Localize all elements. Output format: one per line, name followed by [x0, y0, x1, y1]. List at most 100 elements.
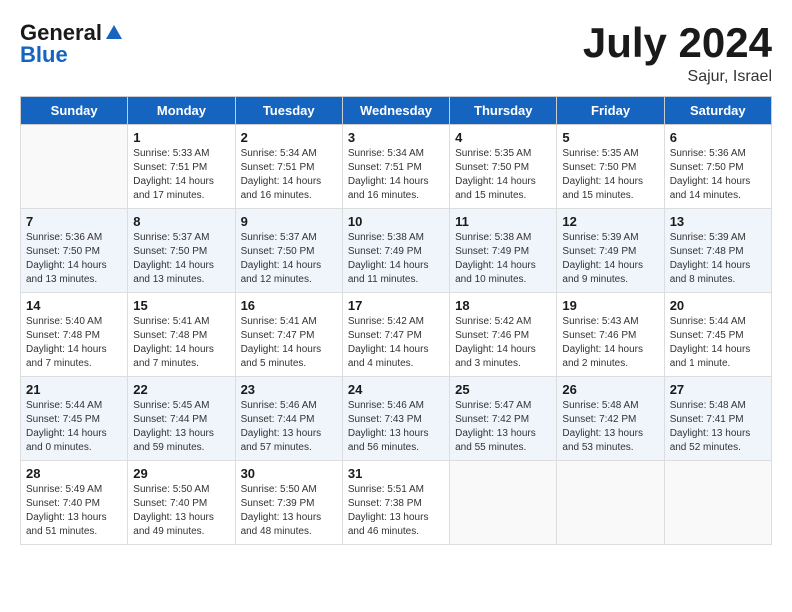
table-row	[664, 461, 771, 545]
day-number: 8	[133, 214, 229, 229]
day-number: 27	[670, 382, 766, 397]
table-row: 9 Sunrise: 5:37 AM Sunset: 7:50 PM Daylig…	[235, 209, 342, 293]
table-row: 14 Sunrise: 5:40 AM Sunset: 7:48 PM Dayli…	[21, 293, 128, 377]
day-info: Sunrise: 5:37 AM Sunset: 7:50 PM Dayligh…	[133, 231, 229, 287]
day-info: Sunrise: 5:38 AM Sunset: 7:49 PM Dayligh…	[455, 231, 551, 287]
table-row: 31Sunrise: 5:51 AM Sunset: 7:38 PM Dayli…	[342, 461, 449, 545]
table-row	[557, 461, 664, 545]
day-number: 30	[241, 466, 337, 481]
table-row: 21 Sunrise: 5:44 AM Sunset: 7:45 PM Dayli…	[21, 377, 128, 461]
table-row: 20Sunrise: 5:44 AM Sunset: 7:45 PM Dayli…	[664, 293, 771, 377]
calendar-week-row: 1 Sunrise: 5:33 AM Sunset: 7:51 PM Daylig…	[21, 125, 772, 209]
title-area: July 2024 Sajur, Israel	[583, 20, 772, 86]
table-row: 4Sunrise: 5:35 AM Sunset: 7:50 PM Daylig…	[450, 125, 557, 209]
day-number: 21	[26, 382, 122, 397]
day-number: 12	[562, 214, 658, 229]
day-number: 7	[26, 214, 122, 229]
day-info: Sunrise: 5:42 AM Sunset: 7:47 PM Dayligh…	[348, 315, 444, 371]
col-saturday: Saturday	[664, 97, 771, 125]
day-info: Sunrise: 5:46 AM Sunset: 7:44 PM Dayligh…	[241, 399, 337, 455]
table-row: 27 Sunrise: 5:48 AM Sunset: 7:41 PM Dayli…	[664, 377, 771, 461]
table-row: 19 Sunrise: 5:43 AM Sunset: 7:46 PM Dayli…	[557, 293, 664, 377]
day-number: 26	[562, 382, 658, 397]
table-row: 3Sunrise: 5:34 AM Sunset: 7:51 PM Daylig…	[342, 125, 449, 209]
table-row: 24Sunrise: 5:46 AM Sunset: 7:43 PM Dayli…	[342, 377, 449, 461]
day-number: 22	[133, 382, 229, 397]
day-number: 15	[133, 298, 229, 313]
day-number: 24	[348, 382, 444, 397]
day-number: 9	[241, 214, 337, 229]
calendar-week-row: 21 Sunrise: 5:44 AM Sunset: 7:45 PM Dayli…	[21, 377, 772, 461]
day-info: Sunrise: 5:51 AM Sunset: 7:38 PM Dayligh…	[348, 483, 444, 539]
table-row	[21, 125, 128, 209]
table-row	[450, 461, 557, 545]
table-row: 15 Sunrise: 5:41 AM Sunset: 7:48 PM Dayli…	[128, 293, 235, 377]
col-friday: Friday	[557, 97, 664, 125]
table-row: 26 Sunrise: 5:48 AM Sunset: 7:42 PM Dayli…	[557, 377, 664, 461]
day-number: 6	[670, 130, 766, 145]
table-row: 16 Sunrise: 5:41 AM Sunset: 7:47 PM Dayli…	[235, 293, 342, 377]
day-info: Sunrise: 5:38 AM Sunset: 7:49 PM Dayligh…	[348, 231, 444, 287]
day-info: Sunrise: 5:48 AM Sunset: 7:42 PM Dayligh…	[562, 399, 658, 455]
day-number: 5	[562, 130, 658, 145]
title-location: Sajur, Israel	[583, 68, 772, 86]
day-number: 3	[348, 130, 444, 145]
day-info: Sunrise: 5:47 AM Sunset: 7:42 PM Dayligh…	[455, 399, 551, 455]
day-info: Sunrise: 5:44 AM Sunset: 7:45 PM Dayligh…	[670, 315, 766, 371]
day-number: 17	[348, 298, 444, 313]
day-number: 11	[455, 214, 551, 229]
day-number: 29	[133, 466, 229, 481]
day-info: Sunrise: 5:34 AM Sunset: 7:51 PM Dayligh…	[241, 147, 337, 203]
day-info: Sunrise: 5:33 AM Sunset: 7:51 PM Dayligh…	[133, 147, 229, 203]
table-row: 10Sunrise: 5:38 AM Sunset: 7:49 PM Dayli…	[342, 209, 449, 293]
day-number: 1	[133, 130, 229, 145]
day-info: Sunrise: 5:39 AM Sunset: 7:49 PM Dayligh…	[562, 231, 658, 287]
calendar-table: Sunday Monday Tuesday Wednesday Thursday…	[20, 96, 772, 545]
day-info: Sunrise: 5:39 AM Sunset: 7:48 PM Dayligh…	[670, 231, 766, 287]
day-info: Sunrise: 5:41 AM Sunset: 7:47 PM Dayligh…	[241, 315, 337, 371]
table-row: 29 Sunrise: 5:50 AM Sunset: 7:40 PM Dayli…	[128, 461, 235, 545]
day-number: 2	[241, 130, 337, 145]
day-number: 19	[562, 298, 658, 313]
day-info: Sunrise: 5:36 AM Sunset: 7:50 PM Dayligh…	[670, 147, 766, 203]
day-info: Sunrise: 5:35 AM Sunset: 7:50 PM Dayligh…	[562, 147, 658, 203]
table-row: 8 Sunrise: 5:37 AM Sunset: 7:50 PM Daylig…	[128, 209, 235, 293]
day-info: Sunrise: 5:48 AM Sunset: 7:41 PM Dayligh…	[670, 399, 766, 455]
day-number: 23	[241, 382, 337, 397]
day-number: 25	[455, 382, 551, 397]
day-info: Sunrise: 5:37 AM Sunset: 7:50 PM Dayligh…	[241, 231, 337, 287]
table-row: 18 Sunrise: 5:42 AM Sunset: 7:46 PM Dayli…	[450, 293, 557, 377]
col-thursday: Thursday	[450, 97, 557, 125]
day-info: Sunrise: 5:44 AM Sunset: 7:45 PM Dayligh…	[26, 399, 122, 455]
calendar-week-row: 7 Sunrise: 5:36 AM Sunset: 7:50 PM Daylig…	[21, 209, 772, 293]
table-row: 17 Sunrise: 5:42 AM Sunset: 7:47 PM Dayli…	[342, 293, 449, 377]
table-row: 30Sunrise: 5:50 AM Sunset: 7:39 PM Dayli…	[235, 461, 342, 545]
day-number: 16	[241, 298, 337, 313]
day-number: 28	[26, 466, 122, 481]
day-info: Sunrise: 5:35 AM Sunset: 7:50 PM Dayligh…	[455, 147, 551, 203]
day-info: Sunrise: 5:43 AM Sunset: 7:46 PM Dayligh…	[562, 315, 658, 371]
calendar-week-row: 28Sunrise: 5:49 AM Sunset: 7:40 PM Dayli…	[21, 461, 772, 545]
col-sunday: Sunday	[21, 97, 128, 125]
header: General Blue July 2024 Sajur, Israel	[20, 20, 772, 86]
day-info: Sunrise: 5:45 AM Sunset: 7:44 PM Dayligh…	[133, 399, 229, 455]
table-row: 25 Sunrise: 5:47 AM Sunset: 7:42 PM Dayli…	[450, 377, 557, 461]
title-month: July 2024	[583, 20, 772, 66]
table-row: 28Sunrise: 5:49 AM Sunset: 7:40 PM Dayli…	[21, 461, 128, 545]
day-info: Sunrise: 5:36 AM Sunset: 7:50 PM Dayligh…	[26, 231, 122, 287]
table-row: 6 Sunrise: 5:36 AM Sunset: 7:50 PM Daylig…	[664, 125, 771, 209]
table-row: 2 Sunrise: 5:34 AM Sunset: 7:51 PM Daylig…	[235, 125, 342, 209]
table-row: 7 Sunrise: 5:36 AM Sunset: 7:50 PM Daylig…	[21, 209, 128, 293]
table-row: 5 Sunrise: 5:35 AM Sunset: 7:50 PM Daylig…	[557, 125, 664, 209]
day-number: 14	[26, 298, 122, 313]
calendar-header-row: Sunday Monday Tuesday Wednesday Thursday…	[21, 97, 772, 125]
day-info: Sunrise: 5:50 AM Sunset: 7:40 PM Dayligh…	[133, 483, 229, 539]
day-info: Sunrise: 5:42 AM Sunset: 7:46 PM Dayligh…	[455, 315, 551, 371]
logo-icon	[104, 23, 124, 43]
day-number: 18	[455, 298, 551, 313]
day-info: Sunrise: 5:41 AM Sunset: 7:48 PM Dayligh…	[133, 315, 229, 371]
logo: General Blue	[20, 20, 124, 68]
day-info: Sunrise: 5:40 AM Sunset: 7:48 PM Dayligh…	[26, 315, 122, 371]
logo-blue-text: Blue	[20, 42, 68, 68]
table-row: 13Sunrise: 5:39 AM Sunset: 7:48 PM Dayli…	[664, 209, 771, 293]
